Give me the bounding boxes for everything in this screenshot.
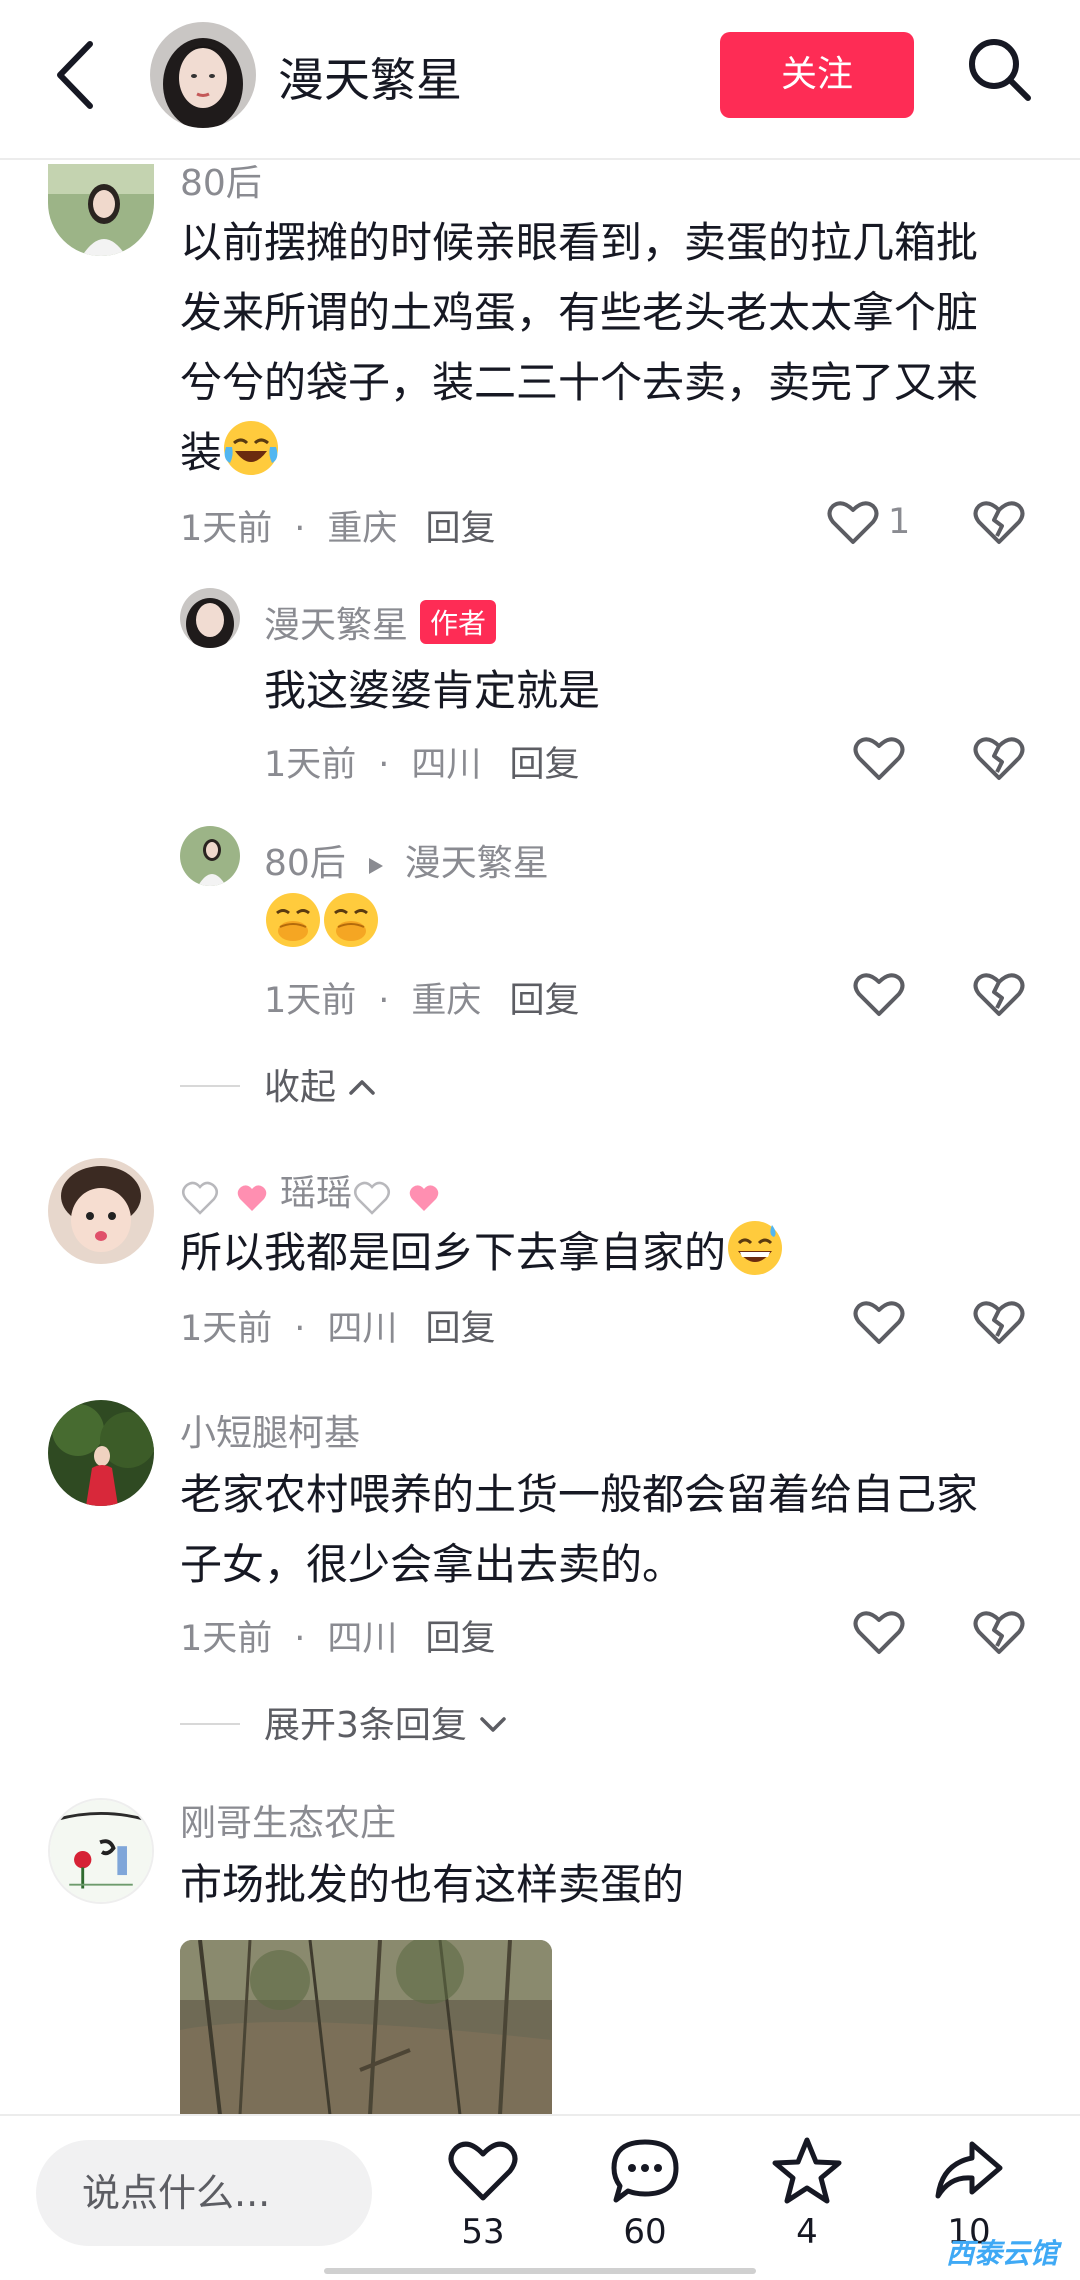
- comment-meta: 1天前 · 四川 回复: [180, 1619, 496, 1659]
- comment-text: 老家农村喂养的土货一般都会留着给自己家子女，很少会拿出去卖的。: [180, 1470, 979, 1589]
- commenter-avatar[interactable]: [48, 164, 154, 256]
- heart-outline-icon: [853, 973, 905, 1016]
- like-button[interactable]: [826, 496, 880, 550]
- bottom-action-bar: 说点什么... 53 60 4 10: [0, 2114, 1080, 2280]
- reply-emoji: [264, 890, 380, 960]
- commenter-name[interactable]: 刚哥生态农庄: [180, 1794, 396, 1846]
- like-button[interactable]: [852, 1296, 906, 1350]
- search-button[interactable]: [964, 34, 1034, 104]
- heart-outline-icon: [853, 1301, 905, 1344]
- top-bar: 漫天繁星 关注: [0, 0, 1080, 160]
- like-count: 1: [888, 502, 911, 542]
- heart-outline-icon: [853, 737, 905, 780]
- reply-author-name: 80后 漫天繁星: [264, 843, 549, 884]
- favorite-action-button[interactable]: 4: [752, 2134, 862, 2252]
- reply-button[interactable]: 回复: [509, 981, 579, 1021]
- chevron-up-icon: [349, 1080, 376, 1095]
- comment-bubble-icon: [611, 2139, 679, 2203]
- like-button[interactable]: [852, 968, 906, 1022]
- hand-over-mouth-emoji: [264, 891, 322, 949]
- comment-meta: 1天前 · 重庆 回复: [180, 509, 496, 549]
- hand-over-mouth-emoji: [322, 891, 380, 949]
- comment-text: 市场批发的也有这样卖蛋的: [180, 1860, 685, 1909]
- heart-outline-icon: [827, 501, 879, 544]
- broken-heart-icon: [973, 1611, 1025, 1654]
- follow-button[interactable]: 关注: [720, 32, 914, 118]
- comment-input[interactable]: 说点什么...: [36, 2140, 372, 2246]
- dislike-button[interactable]: [972, 732, 1026, 786]
- author-name[interactable]: 漫天繁星: [278, 44, 462, 110]
- home-indicator[interactable]: [324, 2268, 756, 2274]
- dislike-button[interactable]: [972, 968, 1026, 1022]
- expand-replies-button[interactable]: 展开3条回复: [180, 1696, 508, 1748]
- author-avatar[interactable]: [150, 22, 256, 128]
- commenter-avatar[interactable]: [48, 1400, 154, 1506]
- dislike-button[interactable]: [972, 1296, 1026, 1350]
- heart-icon: [448, 2141, 518, 2201]
- reply-meta: 1天前 · 四川 回复: [264, 745, 580, 785]
- search-icon: [969, 39, 1031, 101]
- back-arrow-icon: [57, 41, 93, 109]
- author-badge: 作者: [420, 600, 497, 644]
- comment-count: 60: [623, 2212, 667, 2252]
- like-action-button[interactable]: 53: [428, 2134, 538, 2252]
- thread-divider: [180, 1085, 240, 1087]
- reply-text: 我这婆婆肯定就是: [264, 666, 601, 715]
- reply-to-arrow-icon: [369, 858, 384, 874]
- reply-avatar[interactable]: [180, 826, 240, 886]
- broken-heart-icon: [973, 737, 1025, 780]
- like-count: 53: [461, 2212, 505, 2252]
- broken-heart-icon: [973, 973, 1025, 1016]
- commenter-avatar[interactable]: [48, 1158, 154, 1264]
- heart-outline-icon: [853, 1611, 905, 1654]
- share-arrow-icon: [935, 2141, 1003, 2199]
- broken-heart-icon: [973, 501, 1025, 544]
- favorite-count: 4: [796, 2212, 818, 2252]
- collapse-replies-button[interactable]: 收起: [180, 1058, 377, 1110]
- commenter-name[interactable]: 小短腿柯基: [180, 1404, 360, 1456]
- grinning-sweat-emoji: [726, 1219, 784, 1277]
- dislike-button[interactable]: [972, 1606, 1026, 1660]
- heart-decoration-icon: [354, 1181, 439, 1215]
- comment-action-button[interactable]: 60: [590, 2134, 700, 2252]
- back-button[interactable]: [44, 30, 114, 120]
- comment-meta: 1天前 · 四川 回复: [180, 1309, 496, 1349]
- tears-of-joy-emoji: [222, 419, 280, 477]
- comment-text: 以前摆摊的时候亲眼看到，卖蛋的拉几箱批发来所谓的土鸡蛋，有些老头老太太拿个脏兮兮…: [180, 218, 979, 477]
- commenter-name[interactable]: 瑶瑶: [180, 1164, 452, 1217]
- reply-button[interactable]: 回复: [425, 1309, 495, 1349]
- star-icon: [772, 2137, 842, 2204]
- broken-heart-icon: [973, 1301, 1025, 1344]
- commenter-name[interactable]: 80后: [180, 154, 262, 206]
- reply-author-name[interactable]: 漫天繁星 作者: [264, 596, 497, 648]
- commenter-avatar[interactable]: [48, 1798, 154, 1904]
- chevron-down-icon: [480, 1717, 507, 1732]
- like-button[interactable]: [852, 1606, 906, 1660]
- heart-decoration-icon: [182, 1181, 267, 1215]
- thread-divider: [180, 1723, 240, 1725]
- dislike-button[interactable]: [972, 496, 1026, 550]
- watermark: 西泰云馆: [946, 2237, 1059, 2270]
- reply-button[interactable]: 回复: [425, 1619, 495, 1659]
- reply-button[interactable]: 回复: [509, 745, 579, 785]
- reply-meta: 1天前 · 重庆 回复: [264, 981, 580, 1021]
- reply-avatar[interactable]: [180, 588, 240, 648]
- reply-button[interactable]: 回复: [425, 509, 495, 549]
- like-button[interactable]: [852, 732, 906, 786]
- comment-text: 所以我都是回乡下去拿自家的: [180, 1218, 1000, 1288]
- comment-image[interactable]: [180, 1940, 552, 2115]
